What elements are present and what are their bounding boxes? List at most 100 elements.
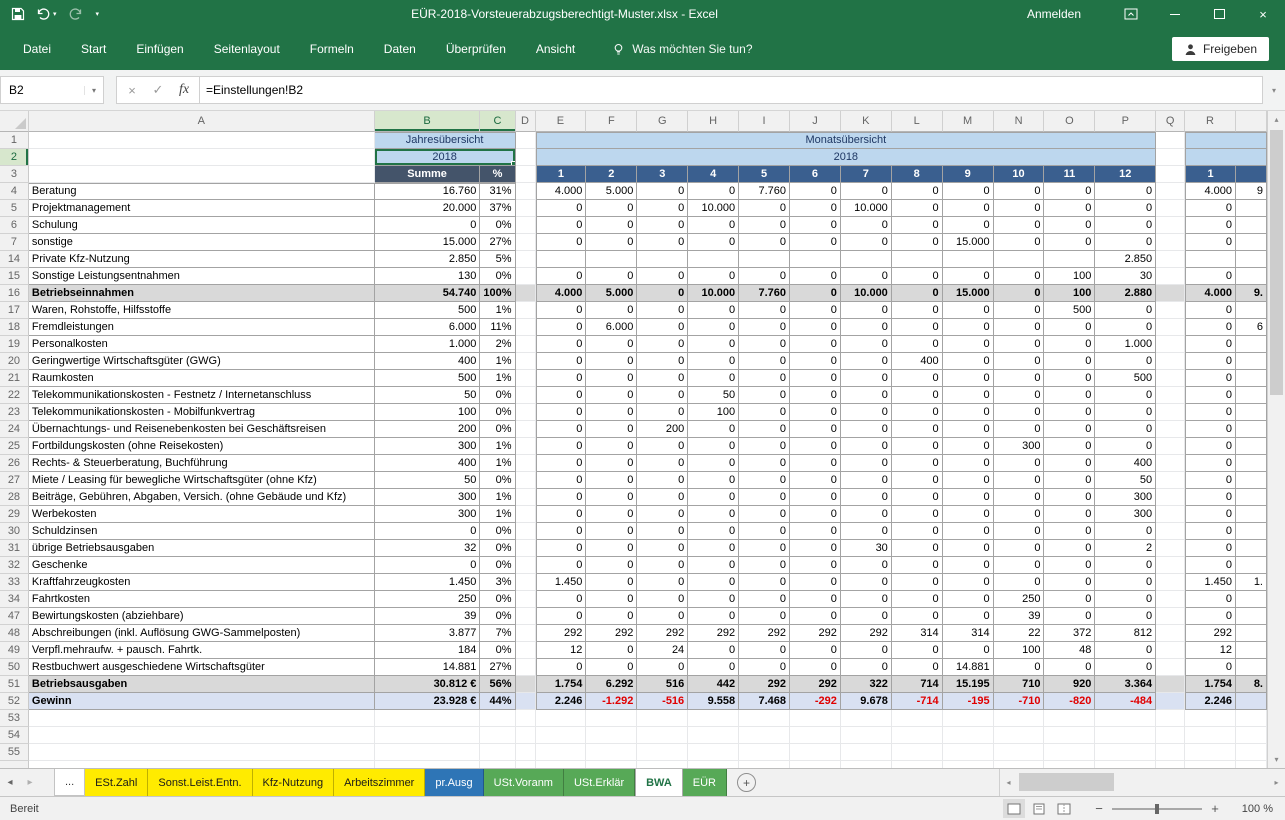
cell-label-row-51[interactable]: Betriebsausgaben xyxy=(29,676,375,693)
cell-month-12-row-27[interactable]: 50 xyxy=(1095,472,1156,489)
cell-r-row-23[interactable]: 0 xyxy=(1185,404,1236,421)
cell-empty[interactable] xyxy=(739,727,790,744)
cell-partial-row-33[interactable]: 1. xyxy=(1236,574,1267,591)
cell-partial-row-6[interactable] xyxy=(1236,217,1267,234)
cell-pct-row-4[interactable]: 31% xyxy=(480,183,515,200)
cell-month-2-row-25[interactable]: 0 xyxy=(586,438,637,455)
cell-month-1-row-16[interactable]: 4.000 xyxy=(536,285,587,302)
cell-month-1-row-22[interactable]: 0 xyxy=(536,387,587,404)
cell-month-11-row-29[interactable]: 0 xyxy=(1044,506,1095,523)
cell-empty[interactable] xyxy=(943,744,994,761)
cell-empty[interactable] xyxy=(536,744,587,761)
cell-month-5-row-29[interactable]: 0 xyxy=(739,506,790,523)
insert-function-icon[interactable]: fx xyxy=(171,82,197,98)
cell-month-8-row-23[interactable]: 0 xyxy=(892,404,943,421)
cell-month-3-row-26[interactable]: 0 xyxy=(637,455,688,472)
column-header-Q[interactable]: Q xyxy=(1156,111,1185,132)
cell-month-1-row-32[interactable]: 0 xyxy=(536,557,587,574)
cell-month-1-row-27[interactable]: 0 xyxy=(536,472,587,489)
cell-spacer-d-row-24[interactable] xyxy=(516,421,536,438)
cell-month-10-row-26[interactable]: 0 xyxy=(994,455,1045,472)
cell-pct-row-23[interactable]: 0% xyxy=(480,404,515,421)
cell-month-4-row-17[interactable]: 0 xyxy=(688,302,739,319)
cell-month-7-row-4[interactable]: 0 xyxy=(841,183,892,200)
cell-month-12-row-30[interactable]: 0 xyxy=(1095,523,1156,540)
row-header-clipped[interactable] xyxy=(0,761,29,768)
cell-D2[interactable] xyxy=(516,149,536,166)
column-header-A[interactable]: A xyxy=(29,111,375,132)
cell-partial-row-21[interactable] xyxy=(1236,370,1267,387)
cell-month-9-row-25[interactable]: 0 xyxy=(943,438,994,455)
cell-r-row-51[interactable]: 1.754 xyxy=(1185,676,1236,693)
cell-month-6-row-23[interactable]: 0 xyxy=(790,404,841,421)
cell-month-10-row-29[interactable]: 0 xyxy=(994,506,1045,523)
cell-month-3-row-16[interactable]: 0 xyxy=(637,285,688,302)
cell-month-4-row-5[interactable]: 10.000 xyxy=(688,200,739,217)
cell-empty[interactable] xyxy=(1095,761,1156,768)
cell-spacer-q-row-33[interactable] xyxy=(1156,574,1185,591)
ribbon-tab-ansicht[interactable]: Ansicht xyxy=(521,28,590,70)
vertical-scrollbar[interactable]: ▴ ▾ xyxy=(1267,111,1285,768)
cell-partial-row-17[interactable] xyxy=(1236,302,1267,319)
cell-month-4-row-23[interactable]: 100 xyxy=(688,404,739,421)
cell-pct-row-6[interactable]: 0% xyxy=(480,217,515,234)
cell-r-row-21[interactable]: 0 xyxy=(1185,370,1236,387)
cell-month-3-row-52[interactable]: -516 xyxy=(637,693,688,710)
cell-spacer-d-row-5[interactable] xyxy=(516,200,536,217)
row-header-49[interactable]: 49 xyxy=(0,642,29,659)
cell-spacer-d-row-32[interactable] xyxy=(516,557,536,574)
cell-month-2-row-15[interactable]: 0 xyxy=(586,268,637,285)
cell-month-3-row-29[interactable]: 0 xyxy=(637,506,688,523)
cell-month-12-row-24[interactable]: 0 xyxy=(1095,421,1156,438)
cell-spacer-d-row-52[interactable] xyxy=(516,693,536,710)
cell-month-12-row-31[interactable]: 2 xyxy=(1095,540,1156,557)
cell-month-7-row-49[interactable]: 0 xyxy=(841,642,892,659)
cell-month-4-row-22[interactable]: 50 xyxy=(688,387,739,404)
cell-month-6-row-52[interactable]: -292 xyxy=(790,693,841,710)
cell-pct-row-51[interactable]: 56% xyxy=(480,676,515,693)
cell-empty[interactable] xyxy=(586,761,637,768)
cell-label-row-28[interactable]: Beiträge, Gebühren, Abgaben, Versich. (o… xyxy=(29,489,375,506)
cell-month-9-row-47[interactable]: 0 xyxy=(943,608,994,625)
cell-month-4-row-25[interactable]: 0 xyxy=(688,438,739,455)
cell-month-3-row-49[interactable]: 24 xyxy=(637,642,688,659)
cell-month-3-row-22[interactable]: 0 xyxy=(637,387,688,404)
cell-month-8-row-4[interactable]: 0 xyxy=(892,183,943,200)
cell-month-9-row-24[interactable]: 0 xyxy=(943,421,994,438)
cell-month-11-row-6[interactable]: 0 xyxy=(1044,217,1095,234)
cell-empty[interactable] xyxy=(688,727,739,744)
cell-summe-row-25[interactable]: 300 xyxy=(375,438,481,455)
month-number-header-7[interactable]: 7 xyxy=(841,166,892,183)
cell-spacer-d-row-27[interactable] xyxy=(516,472,536,489)
cell-spacer-d-row-33[interactable] xyxy=(516,574,536,591)
cell-month-6-row-50[interactable]: 0 xyxy=(790,659,841,676)
cell-summe-row-51[interactable]: 30.812 € xyxy=(375,676,481,693)
formula-input[interactable]: =Einstellungen!B2 xyxy=(199,76,1263,104)
cell-month-6-row-15[interactable]: 0 xyxy=(790,268,841,285)
right-overview-band-2[interactable] xyxy=(1185,149,1267,166)
cell-month-6-row-16[interactable]: 0 xyxy=(790,285,841,302)
cell-summe-row-20[interactable]: 400 xyxy=(375,353,481,370)
cell-month-11-row-22[interactable]: 0 xyxy=(1044,387,1095,404)
cell-empty[interactable] xyxy=(943,761,994,768)
cell-month-7-row-28[interactable]: 0 xyxy=(841,489,892,506)
undo-dropdown-icon[interactable]: ▾ xyxy=(53,10,57,18)
cell-month-11-row-16[interactable]: 100 xyxy=(1044,285,1095,302)
cell-month-7-row-29[interactable]: 0 xyxy=(841,506,892,523)
cell-month-9-row-27[interactable]: 0 xyxy=(943,472,994,489)
cell-r-row-32[interactable]: 0 xyxy=(1185,557,1236,574)
cell-month-1-row-49[interactable]: 12 xyxy=(536,642,587,659)
cell-month-6-row-34[interactable]: 0 xyxy=(790,591,841,608)
row-header-32[interactable]: 32 xyxy=(0,557,29,574)
cell-month-7-row-7[interactable]: 0 xyxy=(841,234,892,251)
cell-summe-row-29[interactable]: 300 xyxy=(375,506,481,523)
row-header-4[interactable]: 4 xyxy=(0,183,29,200)
cell-month-8-row-17[interactable]: 0 xyxy=(892,302,943,319)
add-sheet-button[interactable]: + xyxy=(737,773,756,792)
normal-view-icon[interactable] xyxy=(1003,799,1025,818)
cell-month-11-row-15[interactable]: 100 xyxy=(1044,268,1095,285)
cell-pct-row-47[interactable]: 0% xyxy=(480,608,515,625)
cell-month-3-row-4[interactable]: 0 xyxy=(637,183,688,200)
cell-month-5-row-19[interactable]: 0 xyxy=(739,336,790,353)
cell-spacer-q-row-50[interactable] xyxy=(1156,659,1185,676)
